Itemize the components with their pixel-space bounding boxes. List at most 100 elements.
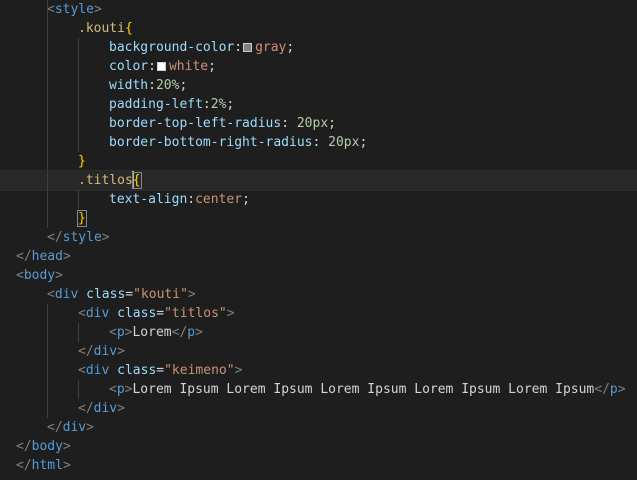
indent-guide [47,399,48,418]
code-token: { [124,21,133,36]
code-token: 20% [155,78,180,93]
code-token: > [86,420,94,435]
code-token: background-color [109,40,235,55]
code-token: < [109,382,117,397]
code-line[interactable]: border-bottom-right-radius: 20px; [0,133,637,152]
indent-guide [78,190,79,209]
code-token: > [62,458,71,473]
code-token: div [93,344,118,359]
indent-guide [47,57,48,76]
code-token: class [86,287,126,302]
code-token: body [31,439,63,454]
code-token: > [195,325,203,340]
code-token: white [168,59,209,74]
code-token: > [226,306,235,321]
indent-guide [78,76,79,95]
code-token: : [148,78,156,93]
code-line[interactable]: <body> [0,266,637,285]
code-token: .kouti [78,21,125,36]
code-token: < [109,325,117,340]
indent-guide [78,57,79,76]
indent-guide [47,361,48,380]
code-line[interactable]: <div class="titlos"> [0,304,637,323]
code-token: div [54,287,79,302]
code-token: = [125,287,134,302]
code-line[interactable]: </body> [0,437,637,456]
code-token: padding-left [109,97,203,112]
code-token: > [617,382,626,397]
indent-guide [78,114,79,133]
code-token: div [85,363,110,378]
code-token: Lorem Ipsum Lorem Ipsum Lorem Ipsum Lore… [132,382,595,397]
code-line[interactable]: <p>Lorem</p> [0,323,637,342]
code-token: class [117,363,157,378]
code-token: > [234,363,243,378]
code-token: : [148,59,156,74]
code-token: "kouti" [133,287,188,302]
code-line[interactable]: } [0,209,637,228]
code-editor[interactable]: <style> .kouti{background-color: gray; colo… [0,0,637,480]
code-token: { [131,172,142,189]
code-line[interactable]: </div> [0,399,637,418]
code-token: width [109,78,149,93]
code-line[interactable]: width:20%; [0,76,637,95]
code-token: </ [16,249,32,264]
code-token: style [62,230,102,245]
code-line[interactable]: </div> [0,418,637,437]
code-token: : [234,40,243,55]
code-line[interactable]: </head> [0,247,637,266]
indent-guide [47,95,48,114]
code-token: : [281,116,297,131]
code-token: > [93,2,102,17]
code-token: border-bottom-right-radius [109,135,313,150]
code-token: text-align [109,192,188,207]
code-token: div [85,306,110,321]
code-token: : [312,135,329,150]
code-line[interactable]: <style> [0,0,637,19]
code-token: html [31,458,63,473]
code-line[interactable]: <p > Lorem Ipsum Lorem Ipsum Lorem Ipsum L… [0,380,637,399]
code-token: p [187,325,196,340]
code-line[interactable]: text-align:center; [0,190,637,209]
code-line[interactable]: padding-left:2%; [0,95,637,114]
code-token: .titlos [78,173,133,188]
code-line[interactable]: <div class="keimeno"> [0,361,637,380]
code-line[interactable]: </style> [0,228,637,247]
code-token: < [47,287,55,302]
code-line[interactable]: </html> [0,456,637,475]
code-token: > [187,287,196,302]
code-line[interactable]: </div> [0,342,637,361]
code-token: p [116,382,125,397]
indent-guide [78,133,79,152]
color-swatch-icon[interactable] [156,62,166,71]
code-token: "keimeno" [164,363,235,378]
code-lines[interactable]: <style> .kouti{background-color: gray; colo… [0,0,637,475]
code-token: > [62,249,71,264]
indent-guide [47,114,48,133]
code-line[interactable]: <div class="kouti"> [0,285,637,304]
code-token: div [93,401,118,416]
color-swatch-icon[interactable] [243,43,253,52]
code-token: </ [47,230,63,245]
code-line-active[interactable]: .titlos{ [0,170,637,191]
code-token: style [54,2,94,17]
code-line[interactable]: color: white; [0,57,637,76]
code-token: Lorem [132,325,172,340]
code-token: < [47,2,55,17]
code-line[interactable]: } [0,152,637,171]
indent-guide [47,19,48,38]
code-token: ; [226,97,235,112]
code-token: < [78,306,86,321]
code-token: > [62,439,71,454]
code-line[interactable]: background-color: gray; [0,38,637,57]
code-token: </ [78,344,94,359]
code-token: div [62,420,87,435]
indent-guide [47,380,48,399]
indent-guide [47,209,48,228]
code-line[interactable]: .kouti{ [0,19,637,38]
code-token: > [117,401,125,416]
code-token: </ [594,382,610,397]
code-line[interactable]: border-top-left-radius: 20px; [0,114,637,133]
code-token: > [55,268,63,283]
